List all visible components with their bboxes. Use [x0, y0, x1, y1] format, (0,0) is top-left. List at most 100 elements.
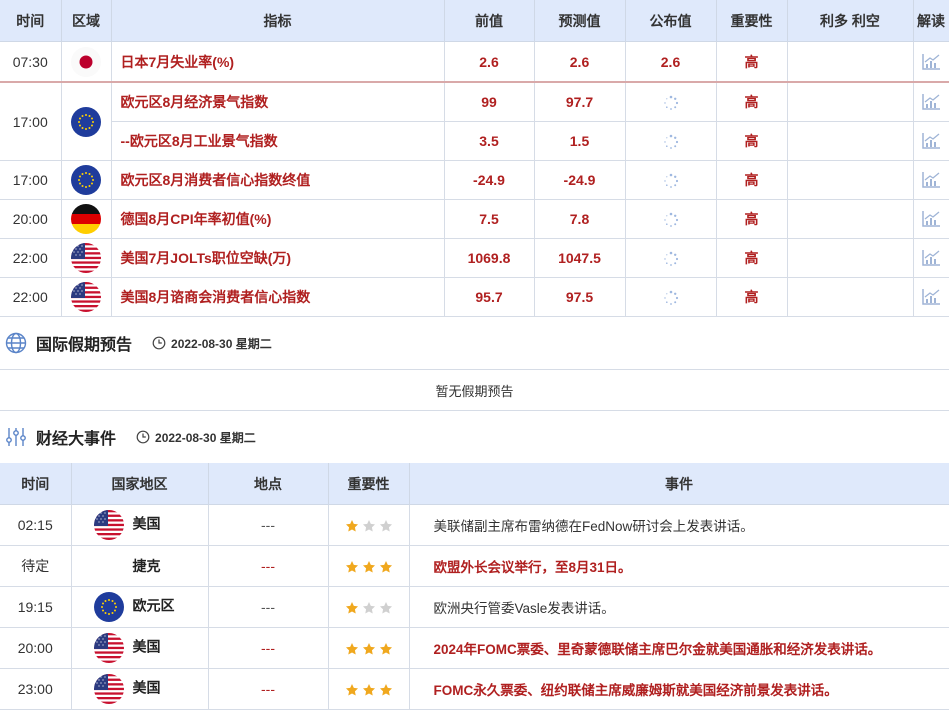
analysis-cell[interactable] [913, 81, 949, 122]
table-row[interactable]: 02:15 美国 --- 美联储副主席布雷纳德在FedNow研讨会上发表讲话。 [0, 504, 949, 546]
usa-flag-icon [93, 510, 124, 540]
star-rating [345, 601, 393, 615]
events-section-header: 财经大事件 2022-08-30 星期二 [0, 411, 949, 463]
col-header-actual: 公布值 [625, 0, 717, 42]
col-header-previous: 前值 [444, 0, 535, 42]
col-header-place: 地点 [208, 463, 329, 505]
chart-analysis-icon[interactable] [921, 132, 941, 150]
event-description[interactable]: 欧盟外长会议举行，至8月31日。 [409, 545, 949, 587]
table-row[interactable]: 20:00 德国8月CPI年率初值(%) 7.5 7.8 高 [0, 199, 949, 239]
indicator-name[interactable]: 欧元区8月经济景气指数 [111, 81, 445, 122]
indicator-name[interactable]: 美国8月谘商会消费者信心指数 [111, 277, 445, 317]
event-description[interactable]: FOMC永久票委、纽约联储主席威廉姆斯就美国经济前景发表讲话。 [409, 668, 949, 710]
table-row[interactable]: 23:00 美国 --- FOMC永久票委、纽约联储主席威廉姆斯就美国经济前景发表讲话… [0, 668, 949, 710]
chart-analysis-icon[interactable] [921, 288, 941, 306]
star-filled-icon [345, 601, 359, 615]
region-cell [61, 160, 112, 200]
country-cell: 美国 [71, 627, 209, 669]
holiday-date-text: 2022-08-30 星期二 [171, 336, 272, 351]
event-place: --- [208, 545, 329, 587]
chart-analysis-icon[interactable] [921, 171, 941, 189]
forecast-value: 1047.5 [534, 238, 626, 278]
table-row[interactable]: 07:30 日本7月失业率(%) 2.6 2.6 2.6 高 [0, 41, 949, 83]
col-header-importance: 重要性 [328, 463, 410, 505]
chart-analysis-icon[interactable] [921, 249, 941, 267]
forecast-value: 1.5 [534, 121, 626, 161]
actual-value-pending [625, 238, 717, 278]
chart-analysis-icon[interactable] [921, 53, 941, 71]
table-row[interactable]: --欧元区8月工业景气指数 3.5 1.5 高 [0, 121, 949, 161]
region-cell [61, 238, 112, 278]
holiday-section-title: 国际假期预告 [36, 337, 133, 354]
financial-events-table: 时间 国家地区 地点 重要性 事件 02:15 美国 --- 美联储副主席布雷纳德在F… [0, 463, 949, 710]
japan-flag-icon [71, 46, 101, 77]
econ-header-row: 时间 区域 指标 前值 预测值 公布值 重要性 利多 利空 解读 [0, 0, 949, 42]
star-filled-icon [345, 683, 359, 697]
economic-calendar-table: 时间 区域 指标 前值 预测值 公布值 重要性 利多 利空 解读 07:30 日… [0, 0, 949, 317]
importance-value: 高 [716, 121, 788, 161]
star-empty-icon [362, 519, 376, 533]
table-row[interactable]: 20:00 美国 --- 2024年FOMC票委、里奇蒙德联储主席巴尔金就美国通胀和经… [0, 627, 949, 669]
star-filled-icon [345, 519, 359, 533]
event-description[interactable]: 2024年FOMC票委、里奇蒙德联储主席巴尔金就美国通胀和经济发表讲话。 [409, 627, 949, 669]
importance-stars [328, 545, 410, 587]
event-time: 19:15 [0, 586, 72, 628]
germany-flag-icon [71, 204, 101, 234]
table-row[interactable]: 17:00 欧元区8月经济景气指数 99 97.7 高 [0, 81, 949, 161]
analysis-cell[interactable] [913, 238, 949, 278]
actual-value-pending [625, 160, 717, 200]
forecast-value: 97.7 [534, 81, 626, 122]
actual-value-pending [625, 277, 717, 317]
previous-value: 1069.8 [444, 238, 535, 278]
indicator-name[interactable]: 德国8月CPI年率初值(%) [111, 199, 445, 239]
table-row[interactable]: 22:00 美国7月JOLTs职位空缺(万) 1069.8 1047.5 高 [0, 238, 949, 278]
analysis-cell[interactable] [913, 277, 949, 317]
col-header-time: 时间 [0, 463, 72, 505]
star-empty-icon [379, 519, 393, 533]
sliders-icon [4, 425, 28, 449]
col-header-time: 时间 [0, 0, 62, 42]
indicator-name[interactable]: --欧元区8月工业景气指数 [111, 121, 445, 161]
eu-flag-icon [71, 106, 101, 137]
bull-bear-cell [787, 199, 914, 239]
bull-bear-cell [787, 41, 914, 83]
bull-bear-cell [787, 121, 914, 161]
table-row[interactable]: 17:00 欧元区8月消费者信心指数终值 -24.9 -24.9 高 [0, 160, 949, 200]
previous-value: 95.7 [444, 277, 535, 317]
table-row[interactable]: 19:15 欧元区 --- 欧洲央行管委Vasle发表讲话。 [0, 586, 949, 628]
analysis-cell[interactable] [913, 121, 949, 161]
indicator-name[interactable]: 欧元区8月消费者信心指数终值 [111, 160, 445, 200]
star-filled-icon [379, 560, 393, 574]
table-row[interactable]: 22:00 美国8月谘商会消费者信心指数 95.7 97.5 高 [0, 277, 949, 317]
analysis-cell[interactable] [913, 160, 949, 200]
indicator-name[interactable]: 美国7月JOLTs职位空缺(万) [111, 238, 445, 278]
analysis-cell[interactable] [913, 199, 949, 239]
event-place: --- [208, 504, 329, 546]
previous-value: 99 [444, 81, 535, 122]
event-description[interactable]: 美联储副主席布雷纳德在FedNow研讨会上发表讲话。 [409, 504, 949, 546]
eu-flag-icon [71, 165, 101, 195]
forecast-value: 2.6 [534, 41, 626, 83]
bull-bear-cell [787, 238, 914, 278]
country-name: 美国 [132, 638, 161, 655]
event-place: --- [208, 586, 329, 628]
importance-value: 高 [716, 277, 788, 317]
bull-bear-cell [787, 81, 914, 122]
chart-analysis-icon[interactable] [921, 93, 941, 111]
holiday-empty-box: 暂无假期预告 [0, 369, 949, 411]
holiday-section-header: 国际假期预告 2022-08-30 星期二 [0, 317, 949, 369]
table-row[interactable]: 待定 捷克 --- 欧盟外长会议举行，至8月31日。 [0, 545, 949, 587]
event-time: 待定 [0, 545, 72, 587]
star-filled-icon [362, 560, 376, 574]
usa-flag-icon [71, 282, 101, 312]
star-filled-icon [379, 642, 393, 656]
importance-stars [328, 668, 410, 710]
region-cell [61, 277, 112, 317]
event-description[interactable]: 欧洲央行管委Vasle发表讲话。 [409, 586, 949, 628]
chart-analysis-icon[interactable] [921, 210, 941, 228]
analysis-cell[interactable] [913, 41, 949, 83]
event-time: 07:30 [0, 41, 62, 83]
importance-value: 高 [716, 238, 788, 278]
indicator-name[interactable]: 日本7月失业率(%) [111, 41, 445, 83]
star-rating [345, 683, 393, 697]
